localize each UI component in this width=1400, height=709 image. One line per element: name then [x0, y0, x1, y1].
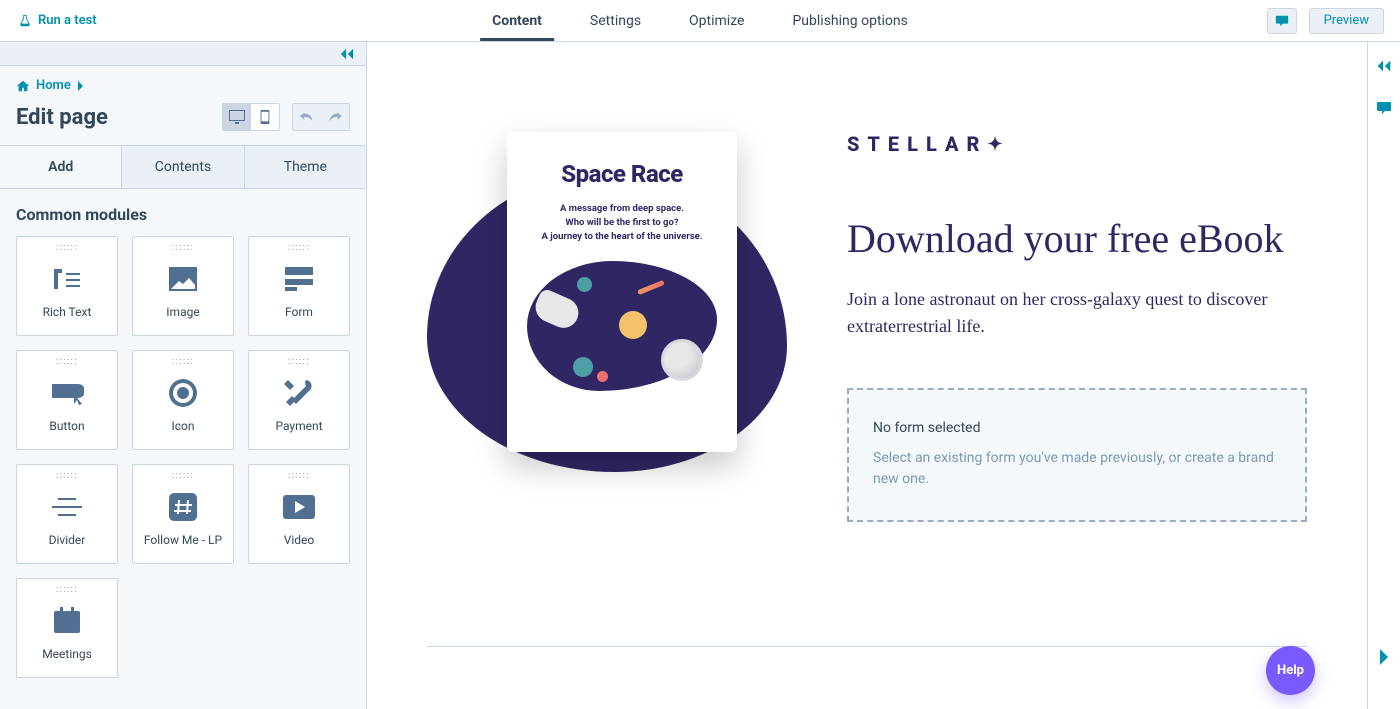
drag-handle-icon: ::::::	[56, 471, 78, 481]
gear-icon	[169, 379, 197, 407]
drag-handle-icon: ::::::	[172, 471, 194, 481]
module-form[interactable]: :::::: Form	[248, 236, 350, 336]
module-meetings[interactable]: :::::: Meetings	[16, 578, 118, 678]
topbar-right-actions: Preview	[1267, 0, 1400, 41]
drag-handle-icon: ::::::	[288, 471, 310, 481]
preview-button[interactable]: Preview	[1309, 8, 1384, 34]
book-cover-art	[527, 261, 717, 391]
comments-button[interactable]	[1267, 8, 1297, 34]
modules-heading: Common modules	[16, 205, 350, 224]
drag-handle-icon: ::::::	[56, 243, 78, 253]
drag-handle-icon: ::::::	[172, 243, 194, 253]
calendar-icon	[52, 607, 82, 635]
hashtag-icon	[168, 492, 198, 522]
flask-icon	[18, 14, 32, 28]
undo-redo	[292, 103, 350, 131]
breadcrumb[interactable]: Home	[0, 66, 366, 97]
form-placeholder-title: No form selected	[873, 420, 1281, 436]
sidebar: Home Edit page	[0, 42, 367, 709]
drag-handle-icon: ::::::	[172, 357, 194, 367]
chevron-right-icon	[77, 81, 84, 91]
sidebar-tab-contents[interactable]: Contents	[122, 146, 244, 188]
tools-icon	[284, 378, 314, 408]
undo-icon	[300, 111, 314, 123]
modules-grid: :::::: Rich Text :::::: Image :::::: For…	[16, 236, 350, 678]
rail-next-button[interactable]	[1375, 649, 1393, 669]
sidebar-tab-theme[interactable]: Theme	[245, 146, 366, 188]
sidebar-title-row: Edit page	[0, 97, 366, 145]
modules-section: Common modules :::::: Rich Text :::::: I…	[0, 189, 366, 694]
module-follow-me[interactable]: :::::: Follow Me - LP	[132, 464, 234, 564]
module-button[interactable]: :::::: Button	[16, 350, 118, 450]
device-mobile-button[interactable]	[251, 104, 279, 130]
drag-handle-icon: ::::::	[56, 357, 78, 367]
chat-bubble-icon	[1274, 14, 1290, 28]
double-chevron-left-icon[interactable]	[338, 47, 356, 61]
subheadline[interactable]: Join a lone astronaut on her cross-galax…	[847, 286, 1287, 340]
headline[interactable]: Download your free eBook	[847, 216, 1307, 262]
brand-logo: STELLAR ✦	[847, 132, 1307, 156]
form-placeholder[interactable]: No form selected Select an existing form…	[847, 388, 1307, 522]
module-image[interactable]: :::::: Image	[132, 236, 234, 336]
expand-rail-icon[interactable]	[1375, 58, 1393, 74]
module-icon[interactable]: :::::: Icon	[132, 350, 234, 450]
sidebar-tabs: Add Contents Theme	[0, 145, 366, 189]
tab-content[interactable]: Content	[492, 0, 542, 41]
astronaut-helmet-icon	[661, 339, 703, 381]
mobile-icon	[257, 110, 273, 124]
right-rail	[1367, 42, 1400, 709]
section-divider	[427, 646, 1307, 647]
book-title: Space Race	[527, 160, 717, 188]
sparkle-icon: ✦	[987, 134, 1002, 155]
drag-handle-icon: ::::::	[288, 243, 310, 253]
drag-handle-icon: ::::::	[56, 585, 78, 595]
breadcrumb-home-label: Home	[36, 78, 71, 93]
top-tabs: Content Settings Optimize Publishing opt…	[492, 0, 908, 41]
undo-button[interactable]	[293, 104, 321, 130]
sidebar-collapse-row	[0, 42, 366, 66]
divider-icon	[52, 496, 82, 518]
module-video[interactable]: :::::: Video	[248, 464, 350, 564]
tab-optimize[interactable]: Optimize	[689, 0, 744, 41]
help-button[interactable]: Help	[1266, 646, 1315, 695]
form-placeholder-help: Select an existing form you've made prev…	[873, 448, 1281, 490]
tab-settings[interactable]: Settings	[590, 0, 641, 41]
redo-button[interactable]	[321, 104, 349, 130]
module-payment[interactable]: :::::: Payment	[248, 350, 350, 450]
module-rich-text[interactable]: :::::: Rich Text	[16, 236, 118, 336]
book-cover: Space Race A message from deep space. Wh…	[507, 132, 737, 452]
tab-publishing-options[interactable]: Publishing options	[792, 0, 907, 41]
book-subtitle: A message from deep space. Who will be t…	[527, 202, 717, 243]
run-test-label: Run a test	[38, 13, 97, 28]
redo-icon	[328, 111, 342, 123]
home-icon	[16, 79, 30, 93]
ebook-illustration: Space Race A message from deep space. Wh…	[427, 132, 787, 492]
chevron-right-icon	[1375, 649, 1393, 665]
module-divider[interactable]: :::::: Divider	[16, 464, 118, 564]
page-copy: STELLAR ✦ Download your free eBook Join …	[847, 132, 1307, 522]
landing-page-preview: Space Race A message from deep space. Wh…	[427, 132, 1307, 522]
desktop-icon	[229, 110, 245, 124]
button-icon	[50, 380, 84, 406]
image-icon	[167, 265, 199, 293]
device-desktop-button[interactable]	[223, 104, 251, 130]
form-icon	[283, 265, 315, 293]
drag-handle-icon: ::::::	[288, 357, 310, 367]
device-toggle	[222, 103, 280, 131]
video-icon	[283, 495, 315, 519]
page-title: Edit page	[16, 105, 210, 130]
rich-text-icon	[51, 265, 83, 293]
run-test-link[interactable]: Run a test	[0, 0, 115, 41]
sidebar-tab-add[interactable]: Add	[0, 146, 122, 188]
comments-rail-icon[interactable]	[1375, 100, 1393, 116]
canvas[interactable]: Space Race A message from deep space. Wh…	[367, 42, 1367, 709]
body: Home Edit page	[0, 42, 1400, 709]
topbar: Run a test Content Settings Optimize Pub…	[0, 0, 1400, 42]
